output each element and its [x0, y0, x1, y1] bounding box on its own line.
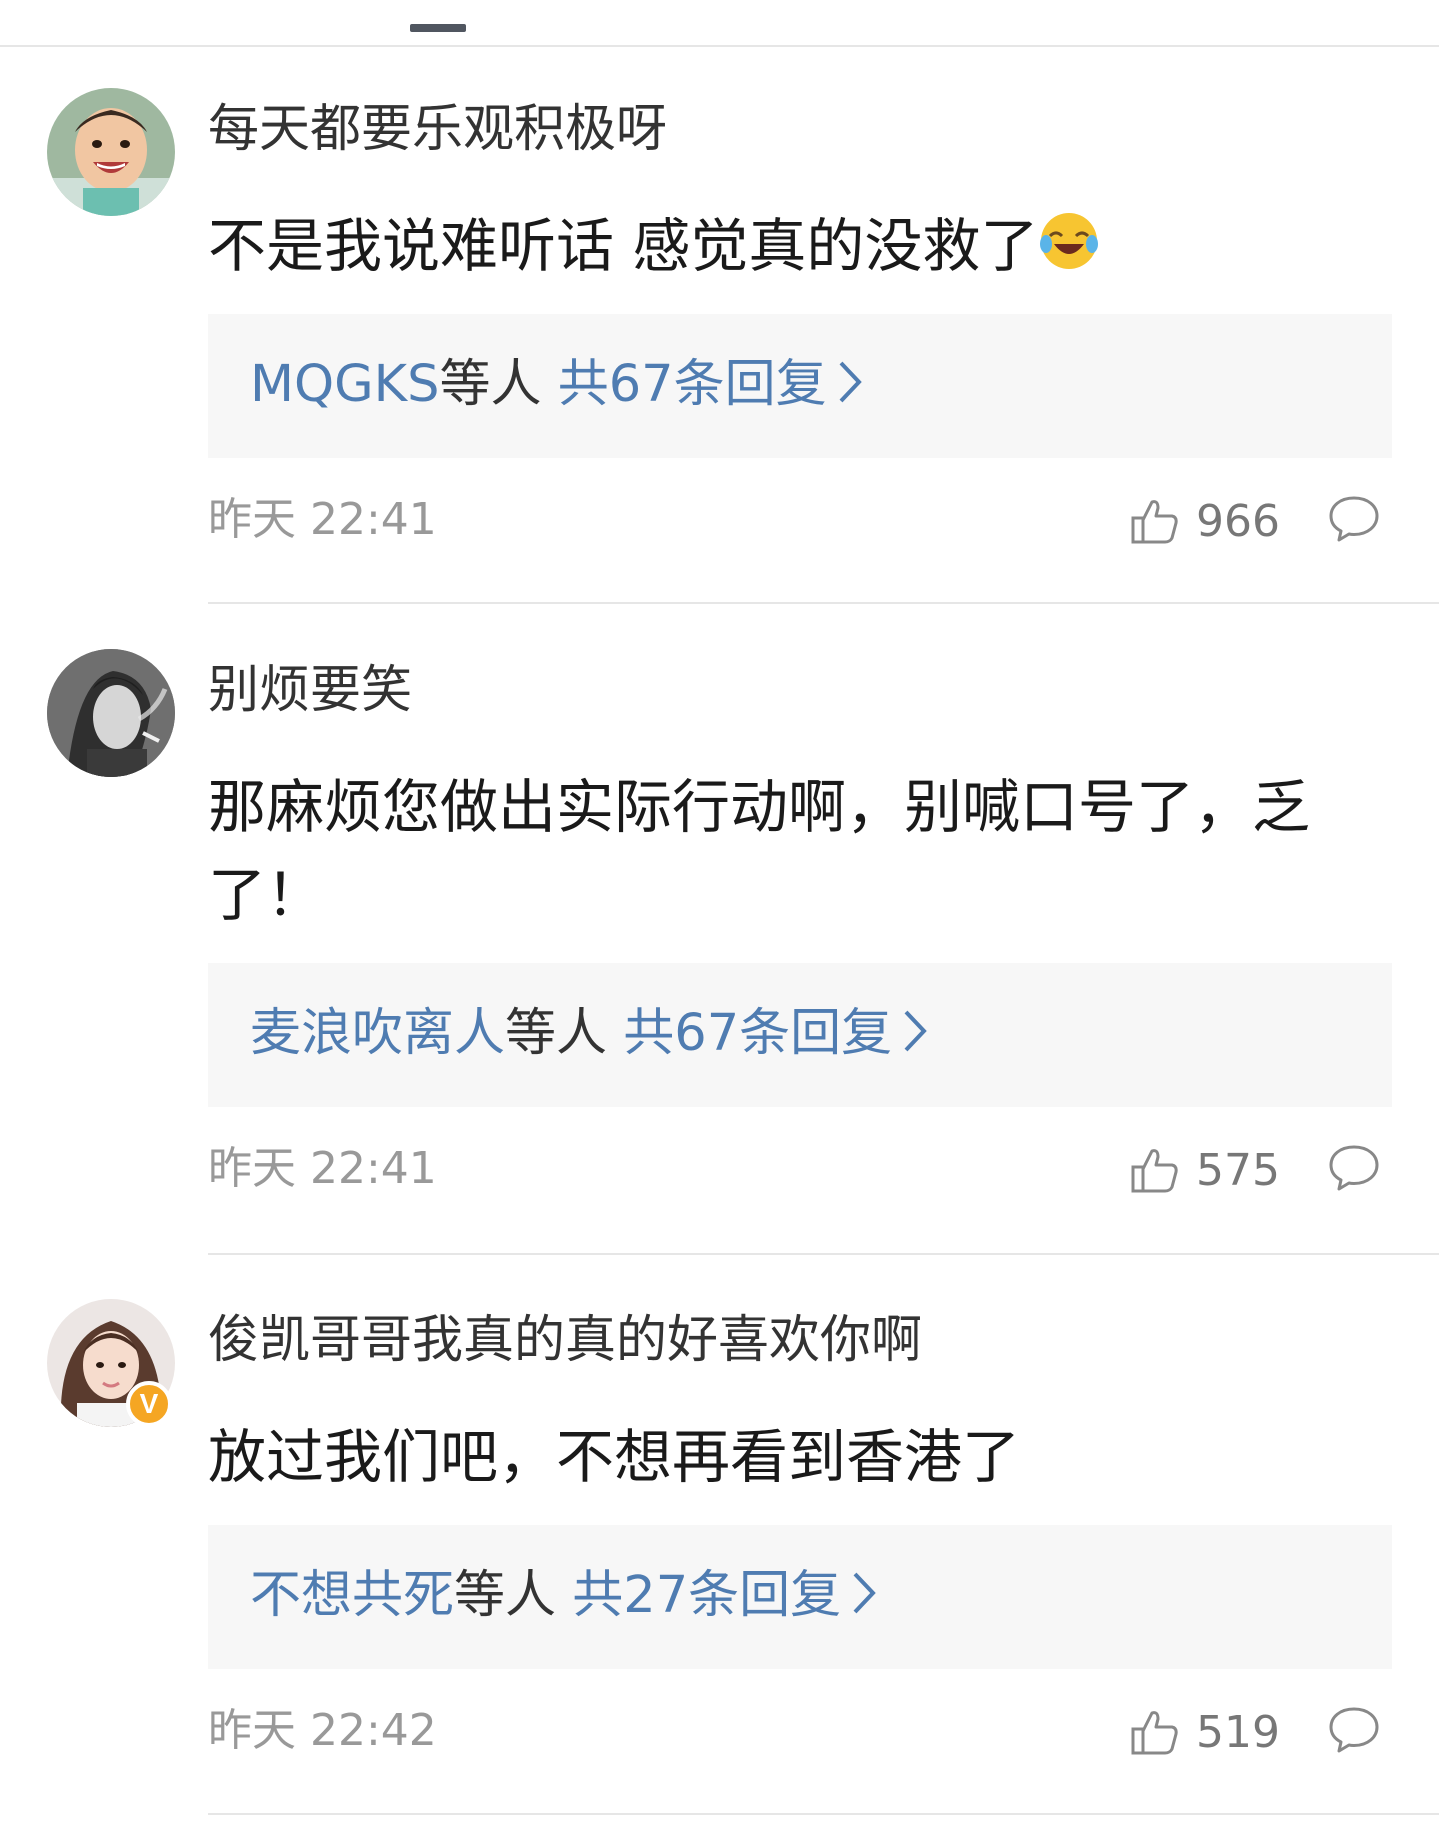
comment-bubble-icon[interactable]: [1328, 494, 1380, 544]
comment-bubble-icon[interactable]: [1328, 1143, 1380, 1193]
reply-users[interactable]: 不想共死: [250, 1566, 454, 1625]
avatar[interactable]: [47, 649, 175, 777]
reply-others-label: 等人: [505, 1004, 608, 1063]
chevron-right-icon: [904, 1010, 927, 1052]
reply-users[interactable]: 麦浪吹离人: [250, 1004, 505, 1063]
username[interactable]: 别烦要笑: [208, 661, 412, 721]
like-count: 519: [1196, 1707, 1280, 1758]
laughing-crying-emoji-icon: [1040, 213, 1099, 269]
reply-preview[interactable]: 不想共死等人 共27条回复: [208, 1525, 1392, 1669]
comment-bubble-icon[interactable]: [1328, 1705, 1380, 1755]
chevron-right-icon: [853, 1572, 876, 1614]
active-tab-indicator: [410, 24, 466, 32]
reply-users[interactable]: MQGKS: [250, 355, 439, 414]
like-count: 966: [1196, 496, 1280, 547]
top-divider: [0, 45, 1439, 47]
chevron-right-icon: [839, 361, 862, 403]
comment-text: 不是我说难听话 感觉真的没救了: [208, 202, 1338, 290]
reply-count-link[interactable]: 共67条回复: [623, 1004, 892, 1063]
comment-text: 放过我们吧，不想再看到香港了: [208, 1423, 1021, 1491]
comment-divider: [208, 1253, 1439, 1255]
thumbs-up-icon: [1131, 1711, 1178, 1755]
comment-time: 昨天 22:42: [208, 1705, 437, 1756]
reply-preview[interactable]: MQGKS等人 共67条回复: [208, 314, 1392, 458]
comment-time: 昨天 22:41: [208, 1143, 437, 1194]
username[interactable]: 每天都要乐观积极呀: [208, 100, 667, 160]
reply-preview[interactable]: 麦浪吹离人等人 共67条回复: [208, 963, 1392, 1107]
avatar[interactable]: [47, 88, 175, 216]
like-count: 575: [1196, 1145, 1280, 1196]
comment-divider: [208, 602, 1439, 604]
verified-badge: V: [126, 1381, 172, 1427]
thumbs-up-icon: [1131, 500, 1178, 544]
reply-others-label: 等人: [439, 355, 542, 414]
comment-time: 昨天 22:41: [208, 494, 437, 545]
reply-count-link[interactable]: 共27条回复: [572, 1566, 841, 1625]
thumbs-up-icon: [1131, 1149, 1178, 1193]
reply-count-link[interactable]: 共67条回复: [558, 355, 827, 414]
reply-others-label: 等人: [454, 1566, 557, 1625]
comment-text: 那麻烦您做出实际行动啊，别喊口号了，乏了！: [208, 773, 1311, 929]
comment-divider: [208, 1813, 1439, 1815]
username[interactable]: 俊凯哥哥我真的真的好喜欢你啊: [208, 1311, 922, 1371]
